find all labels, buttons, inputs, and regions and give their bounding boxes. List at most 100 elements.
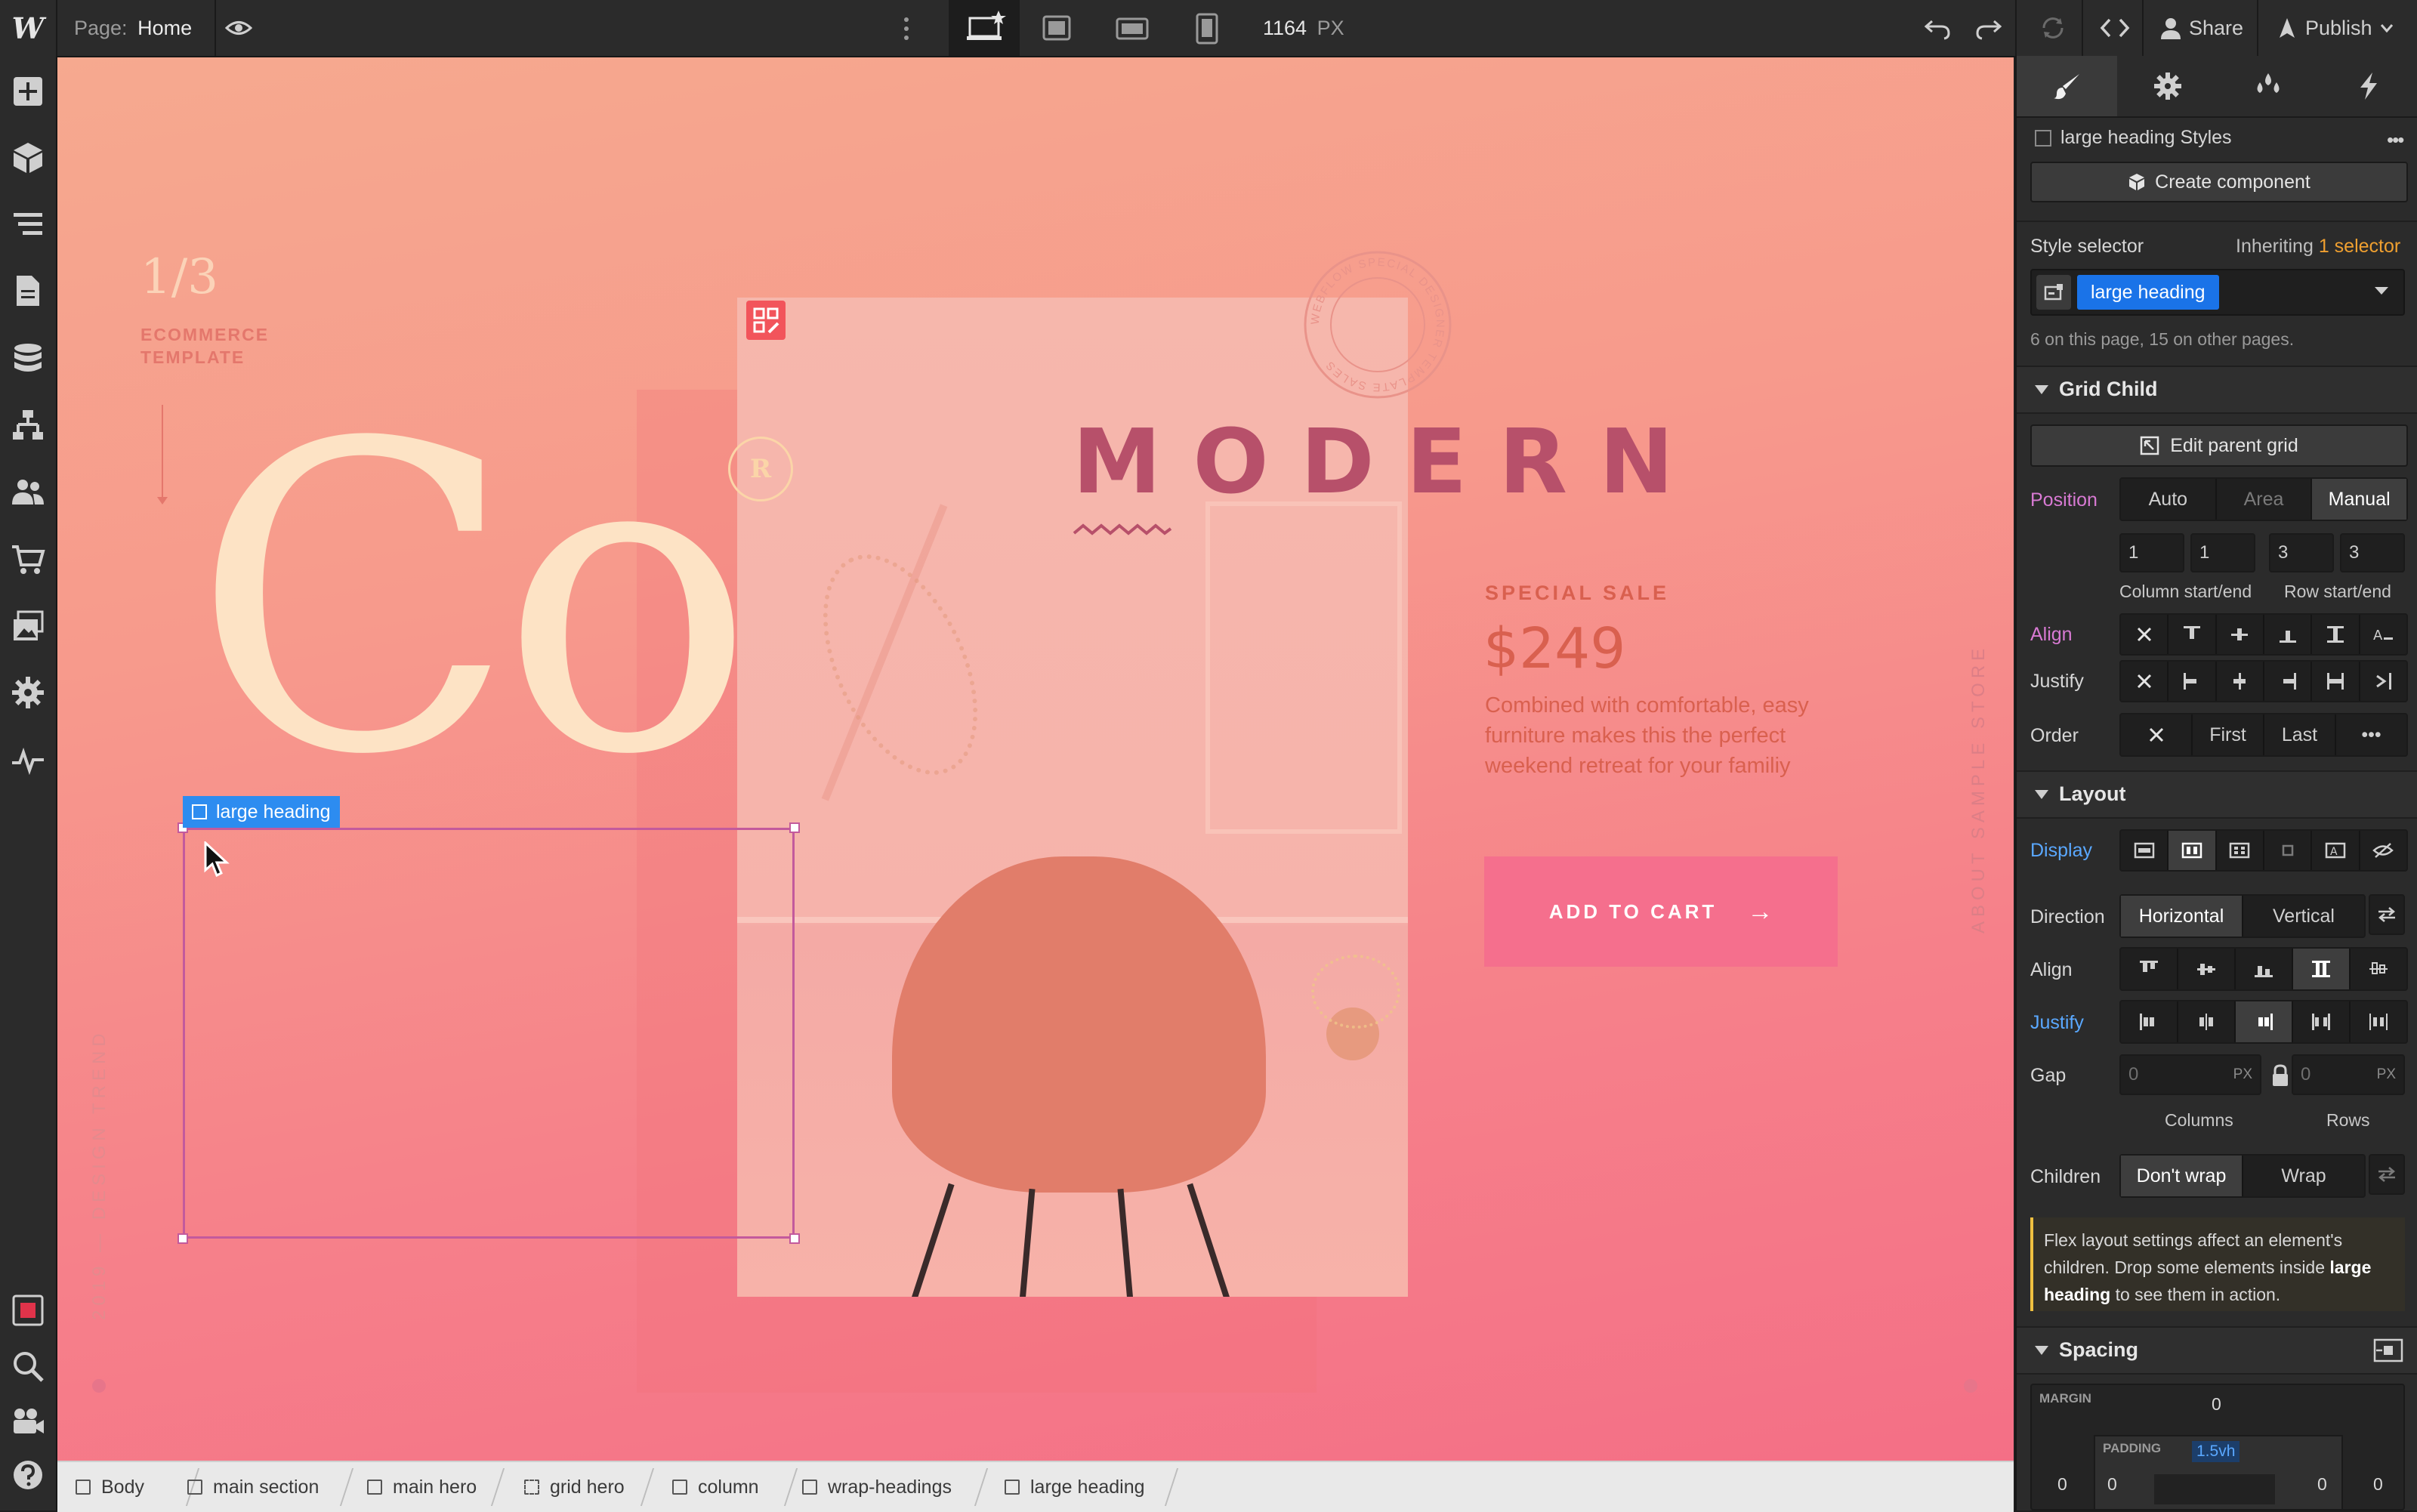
order-last-button[interactable]: Last <box>2264 714 2336 755</box>
components-icon[interactable] <box>11 140 45 175</box>
display-inline-icon[interactable]: A <box>2312 831 2360 870</box>
redo-icon[interactable] <box>1974 15 2002 45</box>
users-icon[interactable] <box>11 474 45 509</box>
cms-icon[interactable] <box>11 341 45 376</box>
align-items-stretch-icon[interactable] <box>2293 949 2351 989</box>
selection-handle[interactable] <box>789 822 800 833</box>
layout-section-header[interactable]: Layout <box>2017 770 2417 819</box>
align-items-baseline-icon[interactable] <box>2351 949 2406 989</box>
assets-images-icon[interactable] <box>11 609 45 643</box>
justify-none-icon[interactable] <box>2121 662 2169 701</box>
lightning-icon[interactable] <box>2318 56 2417 116</box>
breadcrumb-grid-hero[interactable]: grid hero <box>524 1462 625 1512</box>
selector-settings-icon[interactable] <box>2036 275 2071 310</box>
add-to-cart-button[interactable]: ADD TO CART → <box>1484 856 1838 967</box>
pages-icon[interactable] <box>11 273 45 308</box>
padding-right-value[interactable]: 0 <box>2317 1474 2327 1495</box>
justify-start-icon[interactable] <box>2169 662 2217 701</box>
create-component-button[interactable]: Create component <box>2030 162 2408 202</box>
navigator-icon[interactable] <box>11 207 45 242</box>
edit-parent-grid-button[interactable]: Edit parent grid <box>2030 424 2408 467</box>
record-icon[interactable] <box>11 1293 45 1328</box>
code-export-icon[interactable] <box>2100 15 2130 45</box>
margin-box[interactable]: MARGIN 0 0 0 PADDING 1.5vh 0 0 <box>2030 1384 2405 1510</box>
display-grid-icon[interactable] <box>2217 831 2264 870</box>
selector-field[interactable]: large heading <box>2030 269 2405 316</box>
publish-button[interactable]: Publish <box>2277 0 2394 56</box>
align-end-icon[interactable] <box>2264 615 2313 654</box>
undo-icon[interactable] <box>1924 15 1952 45</box>
display-block-icon[interactable] <box>2121 831 2169 870</box>
more-options-icon[interactable] <box>900 14 912 44</box>
order-first-button[interactable]: First <box>2193 714 2264 755</box>
display-none-icon[interactable] <box>2360 831 2406 870</box>
justify-baseline-icon[interactable] <box>2360 662 2406 701</box>
align-center-icon[interactable] <box>2217 615 2264 654</box>
align-items-start-icon[interactable] <box>2121 949 2178 989</box>
align-none-icon[interactable] <box>2121 615 2169 654</box>
spacing-preset-icon[interactable] <box>2373 1338 2403 1366</box>
position-area-option[interactable]: Area <box>2217 479 2313 520</box>
row-end-input[interactable]: 3 <box>2340 533 2405 572</box>
column-start-input[interactable]: 1 <box>2119 533 2184 572</box>
justify-content-around-icon[interactable] <box>2351 1001 2406 1042</box>
align-items-center-icon[interactable] <box>2178 949 2236 989</box>
wrap-option[interactable]: Wrap <box>2243 1156 2364 1196</box>
order-more-button[interactable]: ••• <box>2336 714 2406 755</box>
audit-pulse-icon[interactable] <box>11 743 45 778</box>
settings-gear-icon[interactable] <box>11 675 45 710</box>
interactions-drops-icon[interactable] <box>2218 56 2318 116</box>
justify-stretch-icon[interactable] <box>2312 662 2360 701</box>
breadcrumb-large-heading[interactable]: large heading <box>1005 1462 1145 1512</box>
sync-icon[interactable] <box>2039 15 2067 45</box>
style-brush-icon[interactable] <box>2017 56 2117 116</box>
gap-columns-input[interactable]: 0 PX <box>2119 1054 2261 1095</box>
dont-wrap-option[interactable]: Don't wrap <box>2121 1156 2243 1196</box>
video-tutorials-icon[interactable] <box>11 1403 45 1438</box>
breakpoint-tablet-landscape-icon[interactable] <box>1041 14 1074 46</box>
justify-center-icon[interactable] <box>2217 662 2264 701</box>
more-options-icon[interactable]: ••• <box>2387 128 2404 152</box>
selected-element-tag[interactable]: large heading <box>183 796 340 828</box>
selection-handle[interactable] <box>177 1233 188 1244</box>
page-selector[interactable]: Page: Home <box>74 0 192 56</box>
padding-top-value[interactable]: 1.5vh <box>2192 1441 2240 1462</box>
gap-rows-unit[interactable]: PX <box>2377 1066 2396 1083</box>
align-stretch-icon[interactable] <box>2312 615 2360 654</box>
padding-box[interactable]: PADDING 1.5vh 0 0 <box>2094 1435 2343 1510</box>
help-icon[interactable] <box>11 1458 45 1492</box>
settings-gear-icon[interactable] <box>2117 56 2218 116</box>
lock-icon[interactable] <box>2270 1063 2290 1091</box>
position-auto-option[interactable]: Auto <box>2121 479 2217 520</box>
breadcrumb-wrap-headings[interactable]: wrap-headings <box>802 1462 952 1512</box>
display-flex-icon[interactable] <box>2169 831 2217 870</box>
design-canvas[interactable]: 1/3 ECOMMERCE TEMPLATE Co R WEBFLOW SPEC… <box>57 57 2014 1461</box>
grid-child-section-header[interactable]: Grid Child <box>2017 366 2417 414</box>
breakpoint-mobile-landscape-icon[interactable] <box>1115 17 1150 45</box>
align-start-icon[interactable] <box>2169 615 2217 654</box>
reverse-direction-icon[interactable] <box>2369 894 2405 935</box>
breadcrumb-column[interactable]: column <box>672 1462 759 1512</box>
styles-checkbox[interactable] <box>2035 130 2051 147</box>
align-items-end-icon[interactable] <box>2236 949 2293 989</box>
breadcrumb-body[interactable]: Body <box>76 1462 144 1512</box>
align-baseline-icon[interactable]: A <box>2360 615 2406 654</box>
inheriting-count[interactable]: 1 selector <box>2319 236 2400 257</box>
logic-flow-icon[interactable] <box>11 408 45 443</box>
reverse-wrap-icon[interactable] <box>2369 1154 2405 1195</box>
gap-columns-unit[interactable]: PX <box>2233 1066 2252 1083</box>
row-start-input[interactable]: 3 <box>2269 533 2334 572</box>
selector-chip[interactable]: large heading <box>2077 275 2219 310</box>
breakpoint-desktop-button[interactable] <box>949 0 1020 56</box>
chevron-down-icon[interactable] <box>2373 285 2390 300</box>
justify-content-between-icon[interactable] <box>2293 1001 2351 1042</box>
margin-right-value[interactable]: 0 <box>2373 1474 2383 1495</box>
position-manual-option[interactable]: Manual <box>2312 479 2407 520</box>
column-end-input[interactable]: 1 <box>2190 533 2255 572</box>
order-none-icon[interactable] <box>2121 714 2193 755</box>
breadcrumb-main-section[interactable]: main section <box>187 1462 319 1512</box>
justify-end-icon[interactable] <box>2264 662 2313 701</box>
spacing-section-header[interactable]: Spacing <box>2017 1326 2417 1375</box>
search-icon[interactable] <box>11 1349 45 1384</box>
justify-content-end-icon[interactable] <box>2236 1001 2293 1042</box>
